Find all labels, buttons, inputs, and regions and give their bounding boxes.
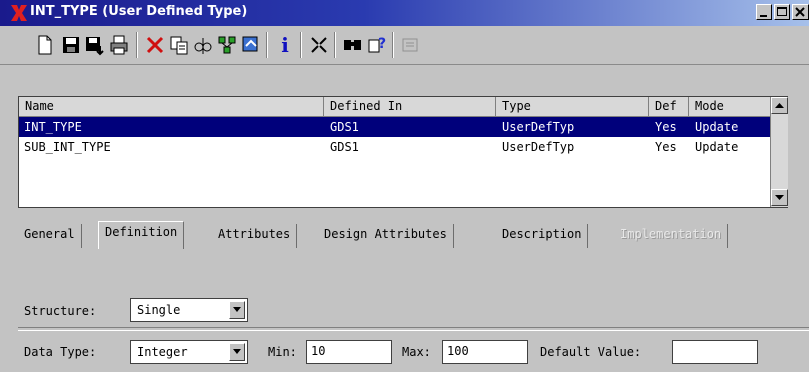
find-icon[interactable] [342,34,364,56]
cell-mode: Update [695,120,739,134]
data-type-value: Integer [137,345,188,359]
window-title: INT_TYPE (User Defined Type) [30,4,248,19]
structure-label: Structure: [24,304,97,318]
chevron-down-icon [233,307,241,312]
arrow-down-icon [775,195,784,200]
cell-def: Yes [655,140,677,154]
arrow-up-icon [775,103,784,108]
title-bar[interactable]: INT_TYPE (User Defined Type) [0,0,809,26]
cell-def: Yes [655,120,677,134]
min-input[interactable]: 10 [306,340,392,364]
cell-name: SUB_INT_TYPE [24,140,111,154]
structure-dropdown-button[interactable] [229,301,245,319]
maximize-icon [777,7,787,16]
tab-general[interactable]: General [18,224,82,248]
tab-implementation: Implementation [614,224,729,248]
data-type-label: Data Type: [24,345,97,359]
structure-value: Single [137,303,181,317]
tab-bar: General Definition Attributes Design Att… [0,216,809,256]
column-header-defined-in[interactable]: Defined In [324,97,496,117]
toolbar-separator [334,32,336,58]
cell-type: UserDefTyp [502,140,575,154]
toolbar-separator [300,32,302,58]
table-row[interactable]: SUB_INT_TYPE GDS1 UserDefTyp Yes Update [19,137,771,157]
chevron-down-icon [233,349,241,354]
scroll-up-button[interactable] [771,97,788,114]
structure-select[interactable]: Single [130,298,248,322]
tab-attributes[interactable]: Attributes [212,224,298,248]
relations-icon[interactable] [216,34,238,56]
info-icon[interactable]: i [274,34,296,56]
default-value-label: Default Value: [540,345,642,359]
types-table[interactable]: Name Defined In Type Def Mode INT_TYPE G… [18,96,788,208]
compare-icon[interactable] [192,34,214,56]
cell-name: INT_TYPE [24,120,82,134]
tab-definition[interactable]: Definition [98,221,185,249]
minimize-icon [760,15,767,17]
table-row[interactable]: INT_TYPE GDS1 UserDefTyp Yes Update [19,117,771,137]
query-icon[interactable] [308,34,330,56]
save-as-icon[interactable] [84,34,106,56]
maximize-button[interactable] [774,4,790,20]
toolbar-separator [136,32,138,58]
min-label: Min: [268,345,297,359]
tab-description[interactable]: Description [496,224,589,248]
close-icon [795,7,805,17]
column-header-name[interactable]: Name [19,97,324,117]
save-icon[interactable] [60,34,82,56]
delete-icon[interactable] [144,34,166,56]
toolbar: i ? [0,26,809,65]
report-icon[interactable] [400,34,422,56]
max-label: Max: [402,345,431,359]
data-type-select[interactable]: Integer [130,340,248,364]
svg-text:?: ? [378,36,386,52]
cell-mode: Update [695,140,739,154]
app-x-icon [11,5,27,21]
cell-type: UserDefTyp [502,120,575,134]
max-input[interactable]: 100 [442,340,528,364]
copy-icon[interactable] [168,34,190,56]
scroll-down-button[interactable] [771,189,788,206]
cell-defined-in: GDS1 [330,120,359,134]
close-button[interactable] [792,4,809,20]
refresh-icon[interactable] [240,34,262,56]
print-icon[interactable] [108,34,130,56]
data-type-dropdown-button[interactable] [229,343,245,361]
tab-design-attributes[interactable]: Design Attributes [318,224,454,248]
new-icon[interactable] [34,34,56,56]
column-header-mode[interactable]: Mode [689,97,771,117]
cell-defined-in: GDS1 [330,140,359,154]
column-header-type[interactable]: Type [496,97,649,117]
default-value-input[interactable] [672,340,758,364]
help-icon[interactable]: ? [366,34,388,56]
minimize-button[interactable] [756,4,772,20]
separator-line [18,327,809,331]
column-header-def[interactable]: Def [649,97,689,117]
toolbar-separator [392,32,394,58]
toolbar-separator [266,32,268,58]
vertical-scrollbar[interactable] [770,97,788,207]
